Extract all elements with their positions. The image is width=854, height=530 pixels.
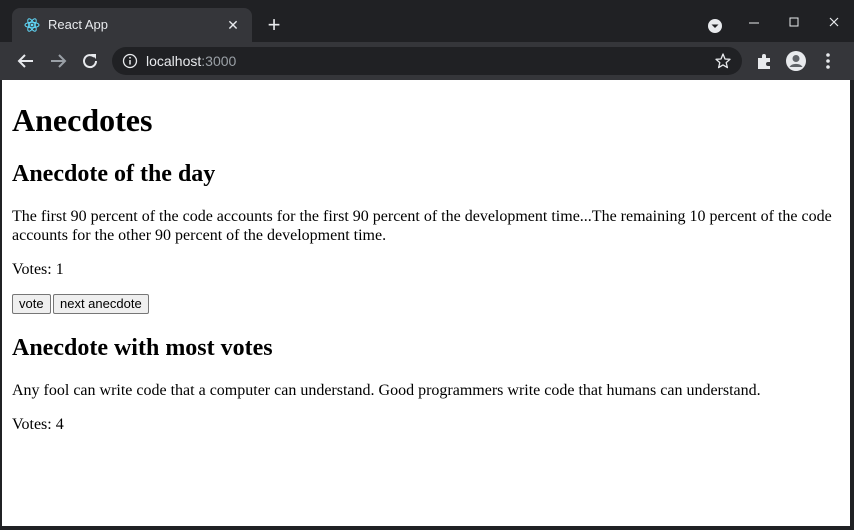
tab-search-icon[interactable] bbox=[706, 17, 724, 35]
site-info-icon[interactable] bbox=[122, 53, 138, 69]
close-window-icon[interactable] bbox=[820, 12, 848, 32]
extensions-puzzle-icon[interactable] bbox=[752, 49, 776, 73]
anecdote-of-day-text: The first 90 percent of the code account… bbox=[12, 208, 832, 244]
url-host: localhost bbox=[146, 53, 202, 69]
vote-button[interactable]: vote bbox=[12, 294, 51, 314]
react-logo-icon bbox=[24, 17, 40, 33]
most-votes-text: Any fool can write code that a computer … bbox=[12, 382, 761, 399]
bookmark-star-icon[interactable] bbox=[714, 52, 732, 70]
most-votes-votes: Votes: 4 bbox=[12, 416, 64, 433]
address-bar[interactable]: localhost:3000 bbox=[112, 47, 742, 75]
browser-window: React App ✕ + localhost:3000 Anecdotes A… bbox=[0, 0, 854, 530]
page-title: Anecdotes bbox=[12, 102, 153, 138]
page-content: Anecdotes Anecdote of the day The first … bbox=[2, 80, 850, 526]
next-anecdote-button[interactable]: next anecdote bbox=[53, 294, 149, 314]
tab-title: React App bbox=[48, 17, 108, 32]
close-tab-icon[interactable]: ✕ bbox=[224, 16, 242, 34]
anecdote-of-day-heading: Anecdote of the day bbox=[12, 161, 216, 187]
url-text: localhost:3000 bbox=[146, 53, 236, 69]
browser-toolbar: localhost:3000 bbox=[0, 42, 854, 80]
back-icon[interactable] bbox=[14, 49, 38, 73]
new-tab-icon[interactable]: + bbox=[262, 14, 286, 38]
minimize-icon[interactable] bbox=[740, 12, 768, 32]
kebab-menu-icon[interactable] bbox=[816, 49, 840, 73]
profile-avatar-icon[interactable] bbox=[784, 49, 808, 73]
url-port: :3000 bbox=[201, 53, 237, 69]
tab-strip: React App ✕ + bbox=[0, 0, 854, 42]
maximize-icon[interactable] bbox=[780, 12, 808, 32]
reload-icon[interactable] bbox=[78, 49, 102, 73]
anecdote-of-day-votes: Votes: 1 bbox=[12, 261, 64, 278]
window-frame-bottom bbox=[0, 526, 854, 530]
most-votes-heading: Anecdote with most votes bbox=[12, 335, 273, 361]
tab-react-app[interactable]: React App ✕ bbox=[12, 8, 252, 42]
forward-icon[interactable] bbox=[46, 49, 70, 73]
